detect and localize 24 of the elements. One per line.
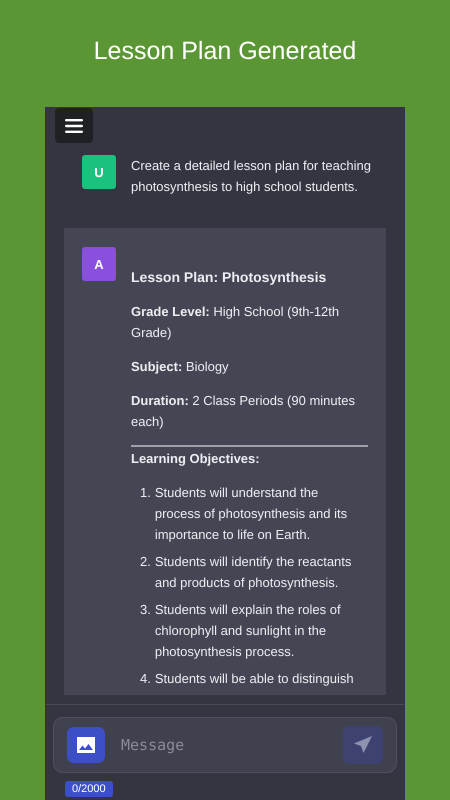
message-text: Subject: Biology — [131, 358, 230, 376]
image-button[interactable] — [67, 727, 105, 763]
message-field[interactable]: Message — [119, 735, 329, 755]
list-item-text: Students will be able to distinguish — [154, 670, 354, 688]
assistant-avatar: A — [82, 247, 116, 281]
section-heading: Learning Objectives: — [131, 450, 261, 468]
message-text: Grade Level: High School (9th-12th Grade) — [131, 303, 340, 342]
menu-icon — [65, 118, 83, 132]
user-avatar: U — [82, 155, 116, 189]
message-text: Duration: 2 Class Periods (90 minutes each) — [131, 392, 356, 431]
message-heading: Lesson Plan: Photosynthesis — [131, 268, 328, 287]
list-item-text: Students will identify the reactants and products of photosynthesis. — [154, 553, 352, 592]
character-counter: 0/2000 — [65, 781, 113, 797]
image-icon — [76, 736, 96, 754]
list-number: 2. — [140, 553, 151, 571]
page-title: Lesson Plan Generated — [94, 36, 356, 67]
send-icon — [353, 735, 373, 755]
menu-button[interactable] — [55, 108, 93, 143]
message-text: Create a detailed lesson plan for teaching photosynthesis to high school students. — [131, 157, 372, 196]
list-item-text: Students will explain the roles of chlorophyll and sunlight in the photosynthesis process. — [154, 601, 342, 661]
list-item-text: Students will understand the process of photosynthesis and its importance to life on Earth. — [154, 484, 348, 544]
list-number: 3. — [140, 601, 151, 619]
list-number: 4. — [140, 670, 151, 688]
list-number: 1. — [140, 484, 151, 502]
